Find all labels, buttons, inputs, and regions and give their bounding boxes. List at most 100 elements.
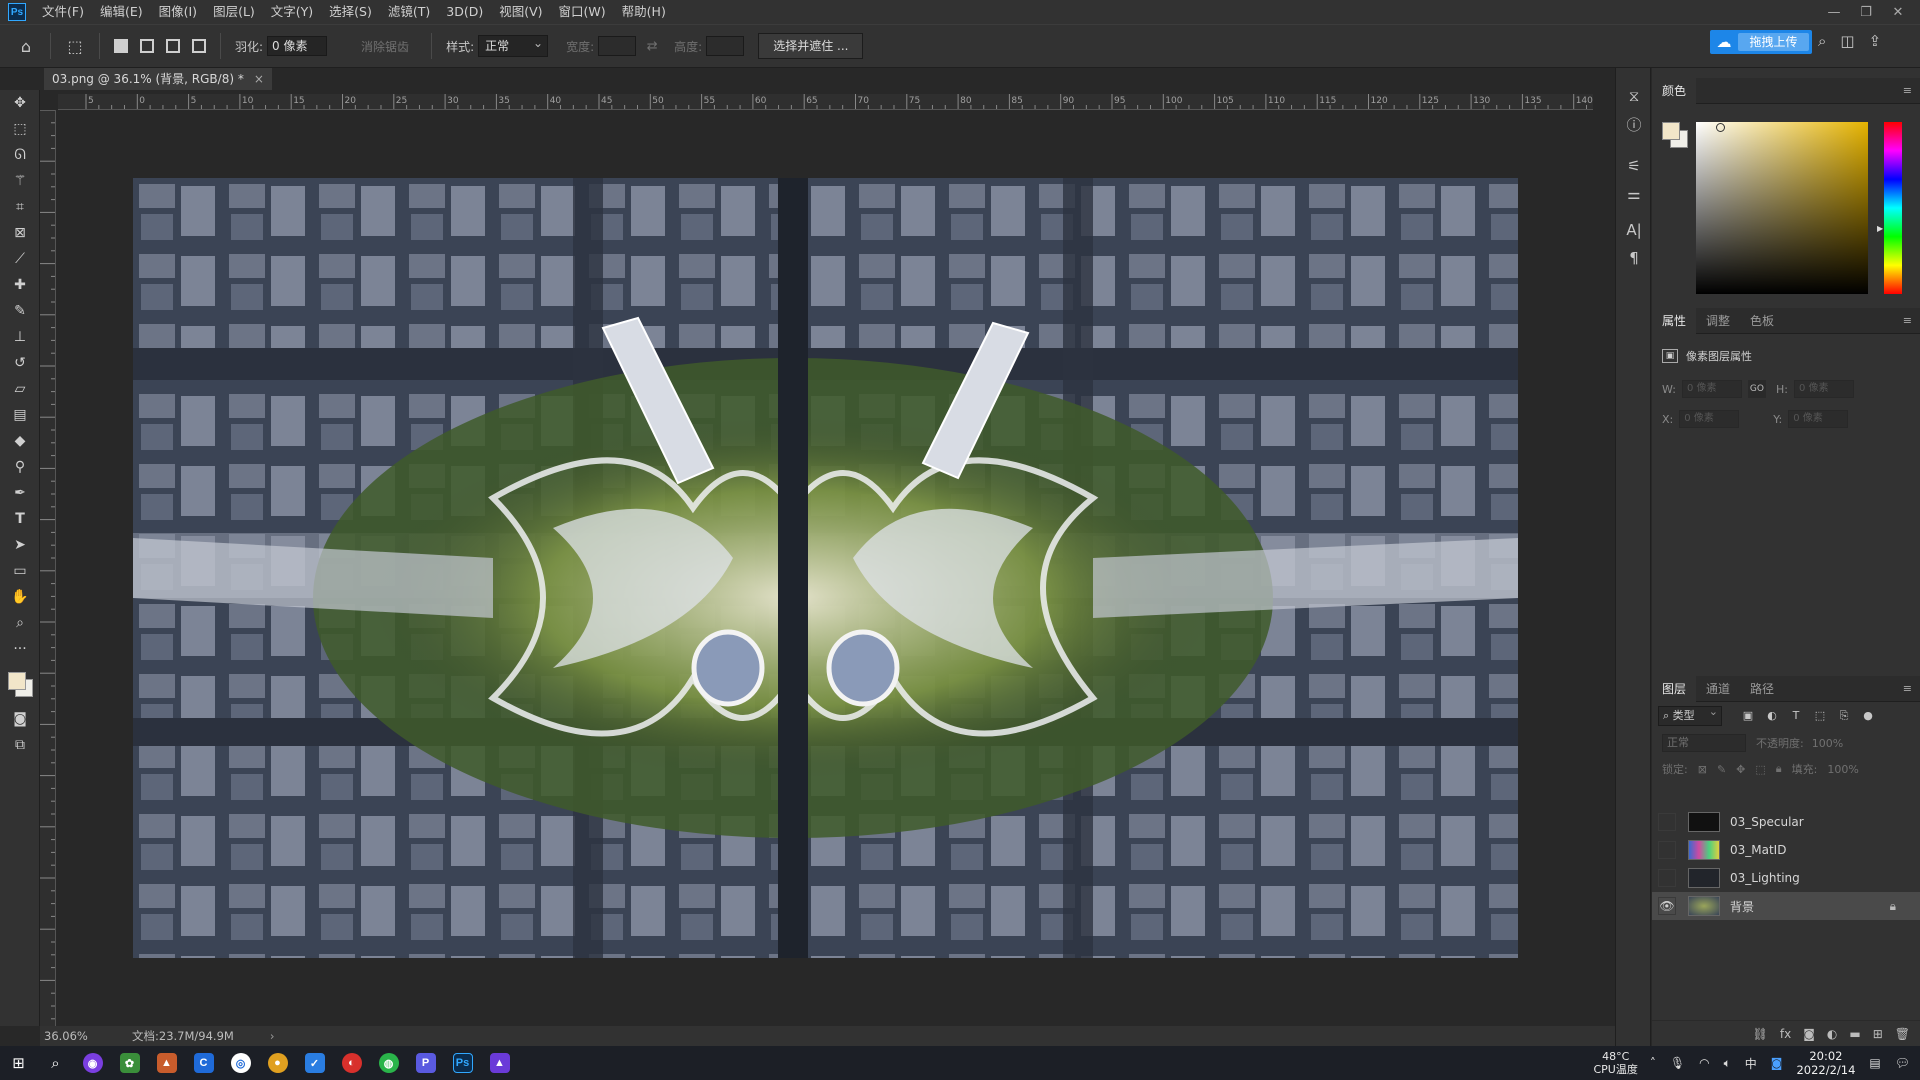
- tab-color[interactable]: 颜色: [1652, 77, 1697, 104]
- search-icon[interactable]: ⌕: [37, 1046, 74, 1080]
- move-tool-icon[interactable]: ✥: [0, 90, 40, 116]
- tab-adjustments[interactable]: 调整: [1696, 308, 1740, 334]
- path-selection-tool-icon[interactable]: ➤: [0, 532, 40, 558]
- healing-brush-tool-icon[interactable]: ✚: [0, 272, 40, 298]
- dodge-tool-icon[interactable]: ⚲: [0, 454, 40, 480]
- brush-tool-icon[interactable]: ✎: [0, 298, 40, 324]
- wechat-icon[interactable]: ◍: [370, 1046, 407, 1080]
- eraser-tool-icon[interactable]: ▱: [0, 376, 40, 402]
- panel-menu-icon[interactable]: ≡: [1903, 84, 1912, 97]
- share-icon[interactable]: ⇪: [1869, 32, 1882, 50]
- quick-mask-icon[interactable]: ◙: [0, 706, 40, 732]
- foreground-color-swatch[interactable]: [8, 672, 26, 690]
- screen-mode-icon[interactable]: ⧉: [0, 732, 40, 758]
- app-tray-icon[interactable]: ◙: [1771, 1056, 1783, 1070]
- type-filter-icon[interactable]: T: [1784, 709, 1808, 723]
- add-mask-icon[interactable]: ◙: [1803, 1027, 1815, 1041]
- fill-value[interactable]: 100%: [1827, 763, 1858, 776]
- menu-filter[interactable]: 滤镜(T): [380, 0, 438, 24]
- clock[interactable]: 20:02 2022/2/14: [1796, 1049, 1855, 1077]
- marquee-tool-preset-icon[interactable]: ⬚: [63, 34, 87, 58]
- character-panel-icon[interactable]: A|: [1616, 216, 1652, 244]
- color-picker-cursor[interactable]: [1716, 123, 1725, 132]
- app-icon[interactable]: ◉: [74, 1046, 111, 1080]
- photoshop-taskbar-icon[interactable]: Ps: [444, 1046, 481, 1080]
- y-field[interactable]: 0 像素: [1788, 410, 1849, 428]
- visibility-toggle[interactable]: [1658, 813, 1676, 831]
- new-group-icon[interactable]: ▬: [1849, 1027, 1860, 1041]
- add-to-selection-icon[interactable]: [140, 39, 154, 53]
- opacity-value[interactable]: 100%: [1812, 737, 1843, 750]
- magic-wand-tool-icon[interactable]: ⚚: [0, 168, 40, 194]
- history-panel-icon[interactable]: ⧖: [1616, 82, 1652, 110]
- shape-filter-icon[interactable]: ⬚: [1808, 709, 1832, 723]
- x-field[interactable]: 0 像素: [1679, 410, 1740, 428]
- layer-kind-filter[interactable]: ⌕ 类型: [1658, 703, 1722, 726]
- antialias-checkbox[interactable]: 消除锯齿: [361, 38, 409, 55]
- lock-pixels-icon[interactable]: ✎: [1717, 763, 1726, 776]
- link-layers-icon[interactable]: ⛓: [1753, 1027, 1768, 1041]
- menu-type[interactable]: 文字(Y): [263, 0, 321, 24]
- brush-settings-icon[interactable]: ⚟: [1616, 152, 1652, 180]
- lock-all-icon[interactable]: 🔒︎: [1776, 762, 1782, 776]
- workspace-icon[interactable]: ◫: [1840, 32, 1854, 50]
- app-icon[interactable]: C: [185, 1046, 222, 1080]
- lock-position-icon[interactable]: ✥: [1736, 763, 1745, 776]
- app-icon[interactable]: ▲: [481, 1046, 518, 1080]
- visibility-toggle[interactable]: [1658, 841, 1676, 859]
- menu-layer[interactable]: 图层(L): [205, 0, 263, 24]
- color-picker-field[interactable]: [1696, 122, 1868, 294]
- height-field[interactable]: 0 像素: [1793, 380, 1854, 398]
- wifi-icon[interactable]: ◠: [1699, 1056, 1709, 1070]
- pixel-filter-icon[interactable]: ▣: [1736, 709, 1760, 723]
- minimize-icon[interactable]: —: [1818, 5, 1850, 20]
- eye-icon[interactable]: 👁︎: [1658, 897, 1676, 915]
- menu-edit[interactable]: 编辑(E): [92, 0, 151, 24]
- tab-swatches[interactable]: 色板: [1740, 308, 1784, 334]
- menu-3d[interactable]: 3D(D): [438, 0, 491, 24]
- tab-layers[interactable]: 图层: [1652, 675, 1697, 702]
- gradient-tool-icon[interactable]: ▤: [0, 402, 40, 428]
- lock-transparent-icon[interactable]: ⊠: [1698, 763, 1707, 776]
- layer-row[interactable]: 03_Lighting: [1652, 864, 1920, 892]
- hue-slider[interactable]: [1884, 122, 1902, 294]
- rectangle-tool-icon[interactable]: ▭: [0, 558, 40, 584]
- subtract-selection-icon[interactable]: [166, 39, 180, 53]
- tab-channels[interactable]: 通道: [1696, 676, 1740, 702]
- marquee-tool-icon[interactable]: ⬚: [0, 116, 40, 142]
- lasso-tool-icon[interactable]: ᘏ: [0, 142, 40, 168]
- height-input[interactable]: [706, 36, 745, 56]
- frame-tool-icon[interactable]: ⊠: [0, 220, 40, 246]
- tab-properties[interactable]: 属性: [1652, 307, 1697, 334]
- clone-stamp-tool-icon[interactable]: ⊥: [0, 324, 40, 350]
- fx-icon[interactable]: fx: [1780, 1027, 1791, 1041]
- home-icon[interactable]: ⌂: [14, 34, 38, 58]
- layer-row[interactable]: 03_MatID: [1652, 836, 1920, 864]
- feather-input[interactable]: 0 像素: [267, 36, 328, 56]
- intersect-selection-icon[interactable]: [192, 39, 206, 53]
- lock-artboard-icon[interactable]: ⬚: [1755, 763, 1765, 776]
- panel-menu-icon[interactable]: ≡: [1903, 314, 1912, 327]
- new-layer-icon[interactable]: ⊞: [1873, 1027, 1883, 1041]
- type-tool-icon[interactable]: T: [0, 506, 40, 532]
- panel-menu-icon[interactable]: ≡: [1903, 682, 1912, 695]
- cloud-upload-button[interactable]: ☁ 拖拽上传: [1710, 30, 1812, 54]
- foreground-color-swatch[interactable]: [1662, 122, 1680, 140]
- microphone-icon[interactable]: 🎙︎: [1670, 1056, 1685, 1070]
- close-icon[interactable]: ✕: [1882, 5, 1914, 20]
- swap-dimensions-icon[interactable]: ⇄: [640, 34, 664, 58]
- notifications-icon[interactable]: ▤: [1869, 1056, 1880, 1070]
- menu-help[interactable]: 帮助(H): [614, 0, 674, 24]
- close-tab-icon[interactable]: ×: [254, 68, 264, 90]
- menu-file[interactable]: 文件(F): [34, 0, 92, 24]
- app-icon[interactable]: ▲: [148, 1046, 185, 1080]
- filter-toggle-icon[interactable]: ●: [1856, 709, 1880, 723]
- adjustments-icon[interactable]: ⚌: [1616, 180, 1652, 208]
- adjustment-filter-icon[interactable]: ◐: [1760, 709, 1784, 723]
- layer-row-selected[interactable]: 👁︎ 背景 🔒︎: [1652, 892, 1920, 920]
- app-icon[interactable]: ✓: [296, 1046, 333, 1080]
- blend-mode-select[interactable]: 正常: [1662, 734, 1746, 752]
- select-and-mask-button[interactable]: 选择并遮住 ...: [758, 33, 864, 59]
- windows-start-icon[interactable]: ⊞: [0, 1046, 37, 1080]
- action-center-icon[interactable]: 💬︎: [1895, 1056, 1910, 1070]
